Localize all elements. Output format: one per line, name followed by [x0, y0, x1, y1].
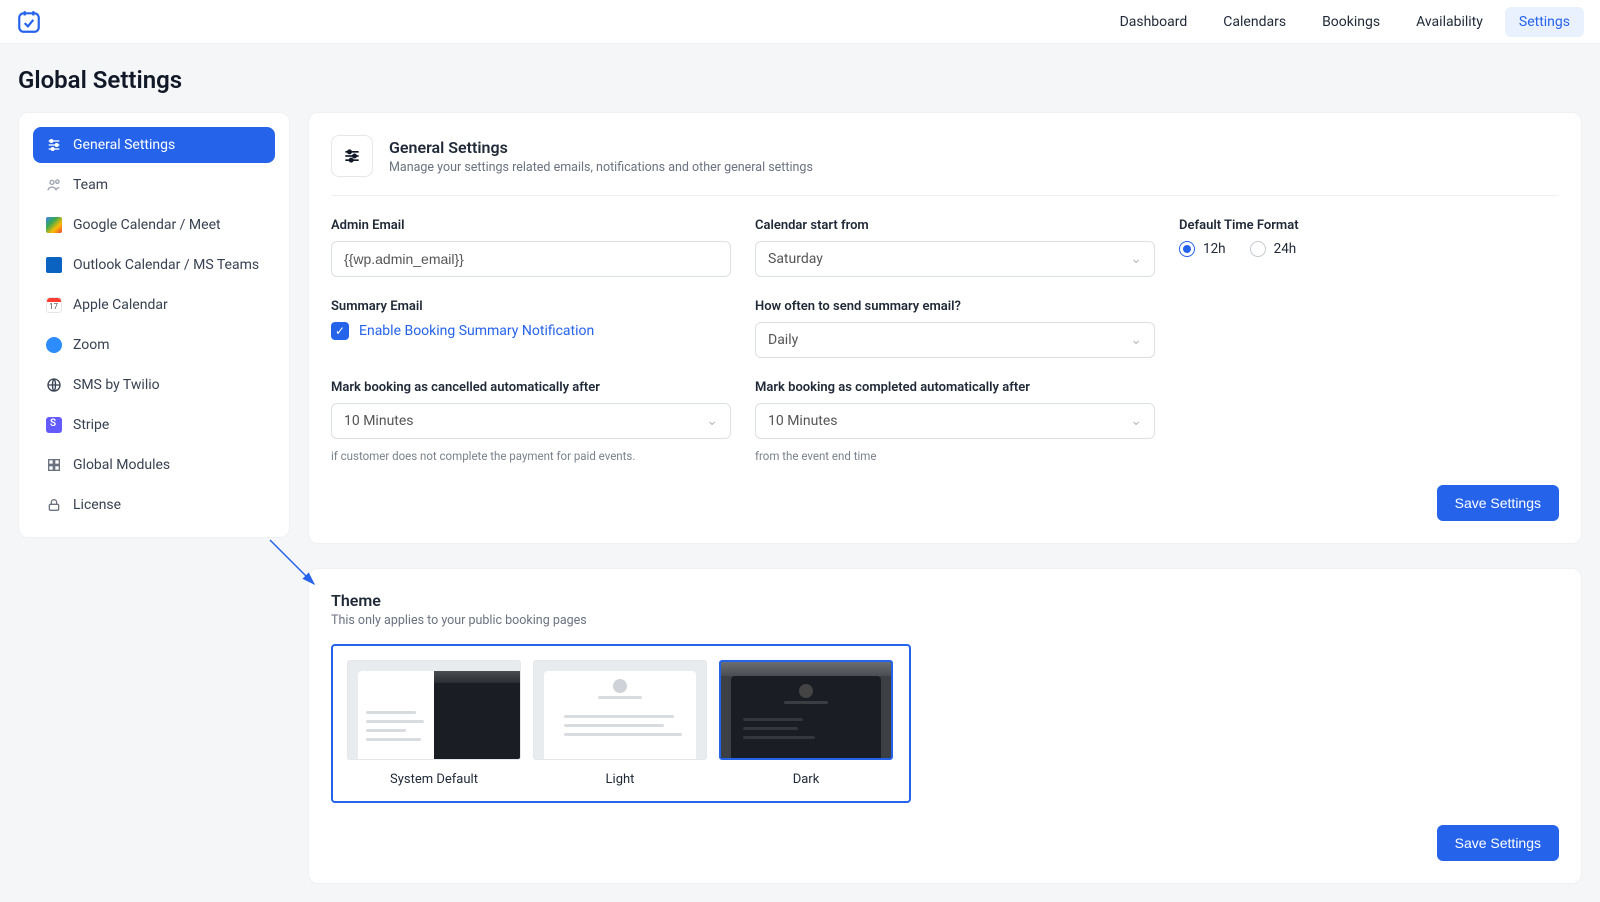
- zoom-icon: [45, 336, 63, 354]
- apple-calendar-icon: [45, 296, 63, 314]
- sidebar-item-license[interactable]: License: [33, 487, 275, 523]
- theme-thumbnail: [533, 660, 707, 760]
- sidebar-item-outlook[interactable]: Outlook Calendar / MS Teams: [33, 247, 275, 283]
- topbar: Dashboard Calendars Bookings Availabilit…: [0, 0, 1600, 44]
- users-icon: [45, 176, 63, 194]
- sliders-icon: [45, 136, 63, 154]
- summary-email-label: Summary Email: [331, 299, 731, 314]
- theme-subtitle: This only applies to your public booking…: [331, 613, 1559, 628]
- theme-option-dark[interactable]: Dark: [719, 660, 893, 787]
- panel-subtitle: Manage your settings related emails, not…: [389, 160, 813, 175]
- sidebar-item-label: General Settings: [73, 137, 175, 153]
- sidebar-item-label: Outlook Calendar / MS Teams: [73, 257, 259, 273]
- sidebar-item-google-calendar[interactable]: Google Calendar / Meet: [33, 207, 275, 243]
- theme-thumbnail: [719, 660, 893, 760]
- sidebar-item-zoom[interactable]: Zoom: [33, 327, 275, 363]
- general-settings-panel: General Settings Manage your settings re…: [308, 112, 1582, 544]
- panel-title: General Settings: [389, 138, 813, 157]
- sidebar-item-label: SMS by Twilio: [73, 377, 160, 393]
- nav-dashboard[interactable]: Dashboard: [1106, 7, 1202, 37]
- nav-calendars[interactable]: Calendars: [1209, 7, 1300, 37]
- annotation-arrow-icon: [264, 534, 334, 604]
- sidebar-item-sms-twilio[interactable]: SMS by Twilio: [33, 367, 275, 403]
- sidebar-item-label: Google Calendar / Meet: [73, 217, 221, 233]
- radio-dot-icon: [1179, 241, 1195, 257]
- how-often-select[interactable]: Daily ⌄: [755, 322, 1155, 358]
- settings-sidebar: General Settings Team Google Calendar / …: [18, 112, 290, 538]
- checkbox-label: Enable Booking Summary Notification: [359, 323, 594, 339]
- theme-title: Theme: [331, 591, 1559, 610]
- admin-email-input[interactable]: [331, 241, 731, 277]
- chevron-down-icon: ⌄: [1130, 413, 1142, 429]
- nav-availability[interactable]: Availability: [1402, 7, 1497, 37]
- complete-after-select[interactable]: 10 Minutes ⌄: [755, 403, 1155, 439]
- select-value: Saturday: [768, 251, 823, 267]
- select-value: Daily: [768, 332, 798, 348]
- outlook-icon: [45, 256, 63, 274]
- theme-options-box: System Default Light Dark: [331, 644, 911, 803]
- chevron-down-icon: ⌄: [1130, 332, 1142, 348]
- sidebar-item-label: Apple Calendar: [73, 297, 168, 313]
- radio-24h[interactable]: 24h: [1250, 241, 1297, 257]
- sidebar-item-label: License: [73, 497, 121, 513]
- theme-panel: Theme This only applies to your public b…: [308, 568, 1582, 884]
- nav-bookings[interactable]: Bookings: [1308, 7, 1394, 37]
- sidebar-item-general[interactable]: General Settings: [33, 127, 275, 163]
- sidebar-item-stripe[interactable]: Stripe: [33, 407, 275, 443]
- app-logo-icon: [16, 9, 42, 35]
- complete-after-label: Mark booking as completed automatically …: [755, 380, 1155, 395]
- sidebar-item-team[interactable]: Team: [33, 167, 275, 203]
- theme-thumbnail: [347, 660, 521, 760]
- sidebar-item-label: Team: [73, 177, 108, 193]
- nav-settings[interactable]: Settings: [1505, 7, 1584, 37]
- theme-option-light[interactable]: Light: [533, 660, 707, 787]
- time-format-label: Default Time Format: [1179, 218, 1559, 233]
- how-often-label: How often to send summary email?: [755, 299, 1155, 314]
- admin-email-label: Admin Email: [331, 218, 731, 233]
- cancel-help-text: if customer does not complete the paymen…: [331, 449, 731, 463]
- sidebar-item-global-modules[interactable]: Global Modules: [33, 447, 275, 483]
- theme-label: System Default: [347, 772, 521, 787]
- theme-label: Light: [533, 772, 707, 787]
- sidebar-item-label: Stripe: [73, 417, 109, 433]
- theme-option-system-default[interactable]: System Default: [347, 660, 521, 787]
- radio-label: 12h: [1203, 241, 1226, 257]
- save-settings-button[interactable]: Save Settings: [1437, 825, 1559, 861]
- page-title: Global Settings: [0, 44, 1600, 112]
- radio-label: 24h: [1274, 241, 1297, 257]
- cancel-after-select[interactable]: 10 Minutes ⌄: [331, 403, 731, 439]
- lock-icon: [45, 496, 63, 514]
- complete-help-text: from the event end time: [755, 449, 1155, 463]
- stripe-icon: [45, 416, 63, 434]
- chevron-down-icon: ⌄: [1130, 251, 1142, 267]
- cancel-after-label: Mark booking as cancelled automatically …: [331, 380, 731, 395]
- summary-checkbox[interactable]: ✓ Enable Booking Summary Notification: [331, 322, 731, 340]
- radio-dot-icon: [1250, 241, 1266, 257]
- top-nav: Dashboard Calendars Bookings Availabilit…: [1106, 7, 1584, 37]
- select-value: 10 Minutes: [344, 413, 414, 429]
- select-value: 10 Minutes: [768, 413, 838, 429]
- sidebar-item-apple-calendar[interactable]: Apple Calendar: [33, 287, 275, 323]
- calendar-start-select[interactable]: Saturday ⌄: [755, 241, 1155, 277]
- sidebar-item-label: Zoom: [73, 337, 110, 353]
- save-settings-button[interactable]: Save Settings: [1437, 485, 1559, 521]
- google-calendar-icon: [45, 216, 63, 234]
- radio-12h[interactable]: 12h: [1179, 241, 1226, 257]
- sidebar-item-label: Global Modules: [73, 457, 170, 473]
- settings-sliders-icon: [331, 135, 373, 177]
- modules-icon: [45, 456, 63, 474]
- theme-label: Dark: [719, 772, 893, 787]
- calendar-start-label: Calendar start from: [755, 218, 1155, 233]
- checkbox-checked-icon: ✓: [331, 322, 349, 340]
- chevron-down-icon: ⌄: [706, 413, 718, 429]
- globe-icon: [45, 376, 63, 394]
